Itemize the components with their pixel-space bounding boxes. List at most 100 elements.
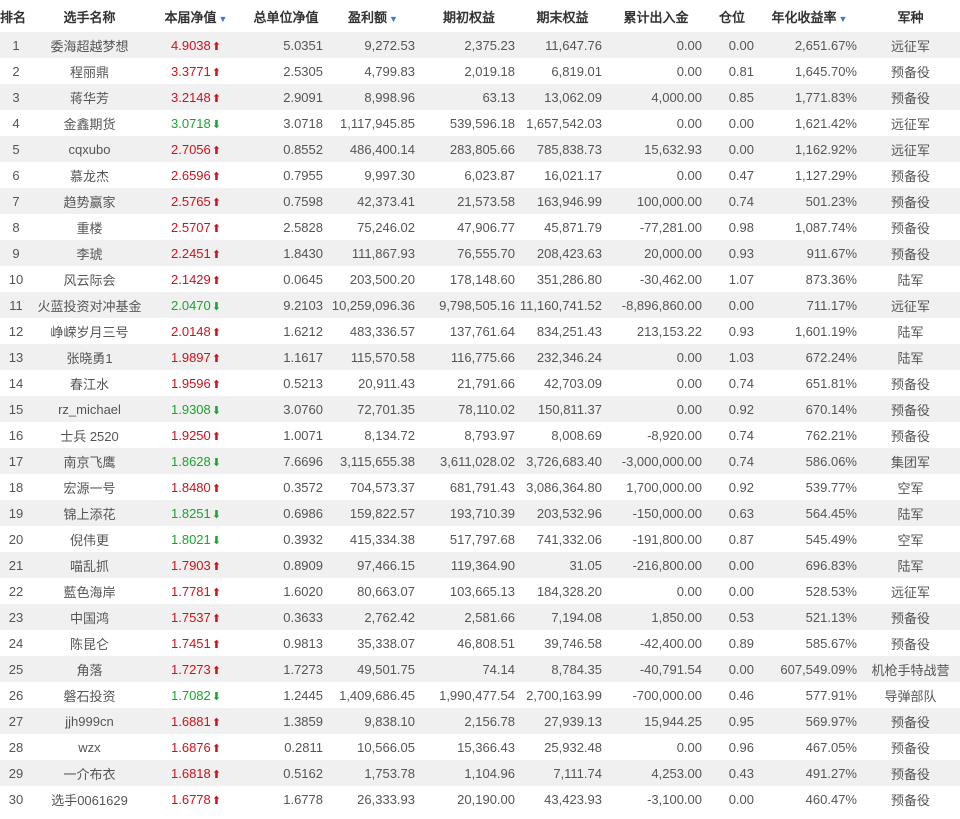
player-name-link[interactable]: 选手0061629 (51, 793, 128, 808)
player-name-link[interactable]: 峥嵘岁月三号 (50, 325, 128, 340)
player-name[interactable]: 倪伟更 (32, 526, 147, 552)
player-name[interactable]: jjh999cn (32, 708, 147, 734)
player-name-link[interactable]: 重楼 (76, 221, 102, 236)
table-row[interactable]: 11 火蓝投资对冲基金 2.0470⬇ 9.2103 10,259,096.36 9,79… (0, 292, 960, 318)
player-name-link[interactable]: jjh999cn (65, 714, 113, 729)
header-net-label[interactable]: 本届净值 (165, 10, 217, 25)
profit-value: 1,117,945.85 (327, 110, 419, 136)
table-row[interactable]: 24 陈昆仑 1.7451⬆ 0.9813 35,338.07 46,808.51 39,7… (0, 630, 960, 656)
table-row[interactable]: 15 rz_michael 1.9308⬇ 3.0760 72,701.35 78,110… (0, 396, 960, 422)
table-row[interactable]: 10 风云际会 2.1429⬆ 0.0645 203,500.20 178,148.60 3… (0, 266, 960, 292)
sort-down-icon[interactable]: ▼ (389, 14, 398, 24)
player-name[interactable]: 程丽鼎 (32, 58, 147, 84)
table-row[interactable]: 14 春江水 1.9596⬆ 0.5213 20,911.43 21,791.66 42,7… (0, 370, 960, 396)
header-profit-label[interactable]: 盈利额 (348, 10, 387, 25)
player-name[interactable]: 角落 (32, 656, 147, 682)
player-name-link[interactable]: 锦上添花 (63, 507, 115, 522)
player-name[interactable]: 选手0061629 (32, 786, 147, 812)
player-name[interactable]: 南京飞鹰 (32, 448, 147, 474)
player-name[interactable]: 趋势赢家 (32, 188, 147, 214)
player-name-link[interactable]: 陈昆仑 (70, 637, 109, 652)
player-name[interactable]: cqxubo (32, 136, 147, 162)
player-name-link[interactable]: rz_michael (58, 402, 121, 417)
header-annual-label[interactable]: 年化收益率 (772, 10, 837, 25)
player-name-link[interactable]: 趋势赢家 (63, 195, 115, 210)
table-row[interactable]: 17 南京飞鹰 1.8628⬇ 7.6696 3,115,655.38 3,611,028… (0, 448, 960, 474)
table-row[interactable]: 16 士兵 2520 1.9250⬆ 1.0071 8,134.72 8,793.97 8,… (0, 422, 960, 448)
sort-down-icon[interactable]: ▼ (839, 14, 848, 24)
player-name[interactable]: wzx (32, 734, 147, 760)
table-row[interactable]: 29 一介布衣 1.6818⬆ 0.5162 1,753.78 1,104.96 7,111… (0, 760, 960, 786)
player-name-link[interactable]: 磐石投资 (63, 689, 115, 704)
table-row[interactable]: 21 喵乱抓 1.7903⬆ 0.8909 97,466.15 119,364.90 31.… (0, 552, 960, 578)
player-name-link[interactable]: 李琥 (76, 247, 102, 262)
player-name-link[interactable]: 藍色海岸 (63, 585, 115, 600)
player-name-link[interactable]: 春江水 (70, 377, 109, 392)
header-profit[interactable]: 盈利额 ▼ (327, 0, 419, 32)
table-row[interactable]: 12 峥嵘岁月三号 2.0148⬆ 1.6212 483,336.57 137,761.6… (0, 318, 960, 344)
player-name-link[interactable]: 火蓝投资对冲基金 (37, 299, 141, 314)
sort-down-icon[interactable]: ▼ (219, 14, 228, 24)
table-row[interactable]: 19 锦上添花 1.8251⬇ 0.6986 159,822.57 193,710.39 2… (0, 500, 960, 526)
player-name[interactable]: 藍色海岸 (32, 578, 147, 604)
player-name[interactable]: 磐石投资 (32, 682, 147, 708)
table-row[interactable]: 2 程丽鼎 3.3771⬆ 2.5305 4,799.83 2,019.18 6,819.0… (0, 58, 960, 84)
player-name-link[interactable]: 金鑫期货 (63, 117, 115, 132)
table-row[interactable]: 22 藍色海岸 1.7781⬆ 1.6020 80,663.07 103,665.13 18… (0, 578, 960, 604)
player-name[interactable]: 陈昆仑 (32, 630, 147, 656)
table-row[interactable]: 20 倪伟更 1.8021⬇ 0.3932 415,334.38 517,797.68 74… (0, 526, 960, 552)
player-name[interactable]: 火蓝投资对冲基金 (32, 292, 147, 318)
player-name-link[interactable]: 委海超越梦想 (50, 39, 128, 54)
player-name[interactable]: 张晓勇1 (32, 344, 147, 370)
table-row[interactable]: 23 中国鸿 1.7537⬆ 0.3633 2,762.42 2,581.66 7,194.… (0, 604, 960, 630)
player-name-link[interactable]: 张晓勇1 (66, 351, 112, 366)
table-row[interactable]: 30 选手0061629 1.6778⬆ 1.6778 26,333.93 20,190.… (0, 786, 960, 812)
player-name[interactable]: 一介布衣 (32, 760, 147, 786)
player-name[interactable]: 委海超越梦想 (32, 32, 147, 58)
player-name[interactable]: 士兵 2520 (32, 422, 147, 448)
player-name-link[interactable]: 宏源一号 (63, 481, 115, 496)
table-row[interactable]: 13 张晓勇1 1.9897⬆ 1.1617 115,570.58 116,775.66 2… (0, 344, 960, 370)
player-name-link[interactable]: wzx (78, 740, 100, 755)
player-name-link[interactable]: 喵乱抓 (70, 559, 109, 574)
player-name[interactable]: 春江水 (32, 370, 147, 396)
player-name-link[interactable]: 风云际会 (63, 273, 115, 288)
player-name-link[interactable]: 倪伟更 (70, 533, 109, 548)
table-row[interactable]: 18 宏源一号 1.8480⬆ 0.3572 704,573.37 681,791.43 3… (0, 474, 960, 500)
player-name-link[interactable]: 角落 (76, 663, 102, 678)
player-name[interactable]: 慕龙杰 (32, 162, 147, 188)
table-row[interactable]: 26 磐石投资 1.7082⬇ 1.2445 1,409,686.45 1,990,477… (0, 682, 960, 708)
player-name-link[interactable]: 一介布衣 (63, 767, 115, 782)
player-name[interactable]: 峥嵘岁月三号 (32, 318, 147, 344)
table-row[interactable]: 4 金鑫期货 3.0718⬇ 3.0718 1,117,945.85 539,596.18… (0, 110, 960, 136)
table-row[interactable]: 5 cqxubo 2.7056⬆ 0.8552 486,400.14 283,805.66… (0, 136, 960, 162)
table-row[interactable]: 27 jjh999cn 1.6881⬆ 1.3859 9,838.10 2,156.78 2… (0, 708, 960, 734)
table-row[interactable]: 8 重楼 2.5707⬆ 2.5828 75,246.02 47,906.77 45,871… (0, 214, 960, 240)
player-name-link[interactable]: 慕龙杰 (70, 169, 109, 184)
player-name[interactable]: 宏源一号 (32, 474, 147, 500)
player-name-link[interactable]: 中国鸿 (70, 611, 109, 626)
table-row[interactable]: 25 角落 1.7273⬆ 1.7273 49,501.75 74.14 8,784.35-… (0, 656, 960, 682)
player-name-link[interactable]: 程丽鼎 (70, 65, 109, 80)
player-name-link[interactable]: 士兵 2520 (60, 429, 119, 444)
header-net[interactable]: 本届净值 ▼ (147, 0, 245, 32)
table-row[interactable]: 3 蒋华芳 3.2148⬆ 2.9091 8,998.96 63.13 13,062.09 4… (0, 84, 960, 110)
player-name[interactable]: 中国鸿 (32, 604, 147, 630)
table-row[interactable]: 1 委海超越梦想 4.9038⬆ 5.0351 9,272.53 2,375.23 11,6… (0, 32, 960, 58)
header-annual[interactable]: 年化收益率 ▼ (758, 0, 861, 32)
table-row[interactable]: 28 wzx 1.6876⬆ 0.2811 10,566.05 15,366.43 25,9… (0, 734, 960, 760)
player-name-link[interactable]: cqxubo (69, 142, 111, 157)
player-name-link[interactable]: 南京飞鹰 (63, 455, 115, 470)
table-row[interactable]: 6 慕龙杰 2.6596⬆ 0.7955 9,997.30 6,023.87 16,021.… (0, 162, 960, 188)
player-name[interactable]: 金鑫期货 (32, 110, 147, 136)
player-name-link[interactable]: 蒋华芳 (70, 91, 109, 106)
table-row[interactable]: 9 李琥 2.2451⬆ 1.8430 111,867.93 76,555.70 208,4… (0, 240, 960, 266)
table-row[interactable]: 7 趋势赢家 2.5765⬆ 0.7598 42,373.41 21,573.58 163,… (0, 188, 960, 214)
player-name[interactable]: 风云际会 (32, 266, 147, 292)
player-name[interactable]: rz_michael (32, 396, 147, 422)
player-name[interactable]: 李琥 (32, 240, 147, 266)
player-name[interactable]: 重楼 (32, 214, 147, 240)
player-name[interactable]: 蒋华芳 (32, 84, 147, 110)
player-name[interactable]: 喵乱抓 (32, 552, 147, 578)
player-name[interactable]: 锦上添花 (32, 500, 147, 526)
